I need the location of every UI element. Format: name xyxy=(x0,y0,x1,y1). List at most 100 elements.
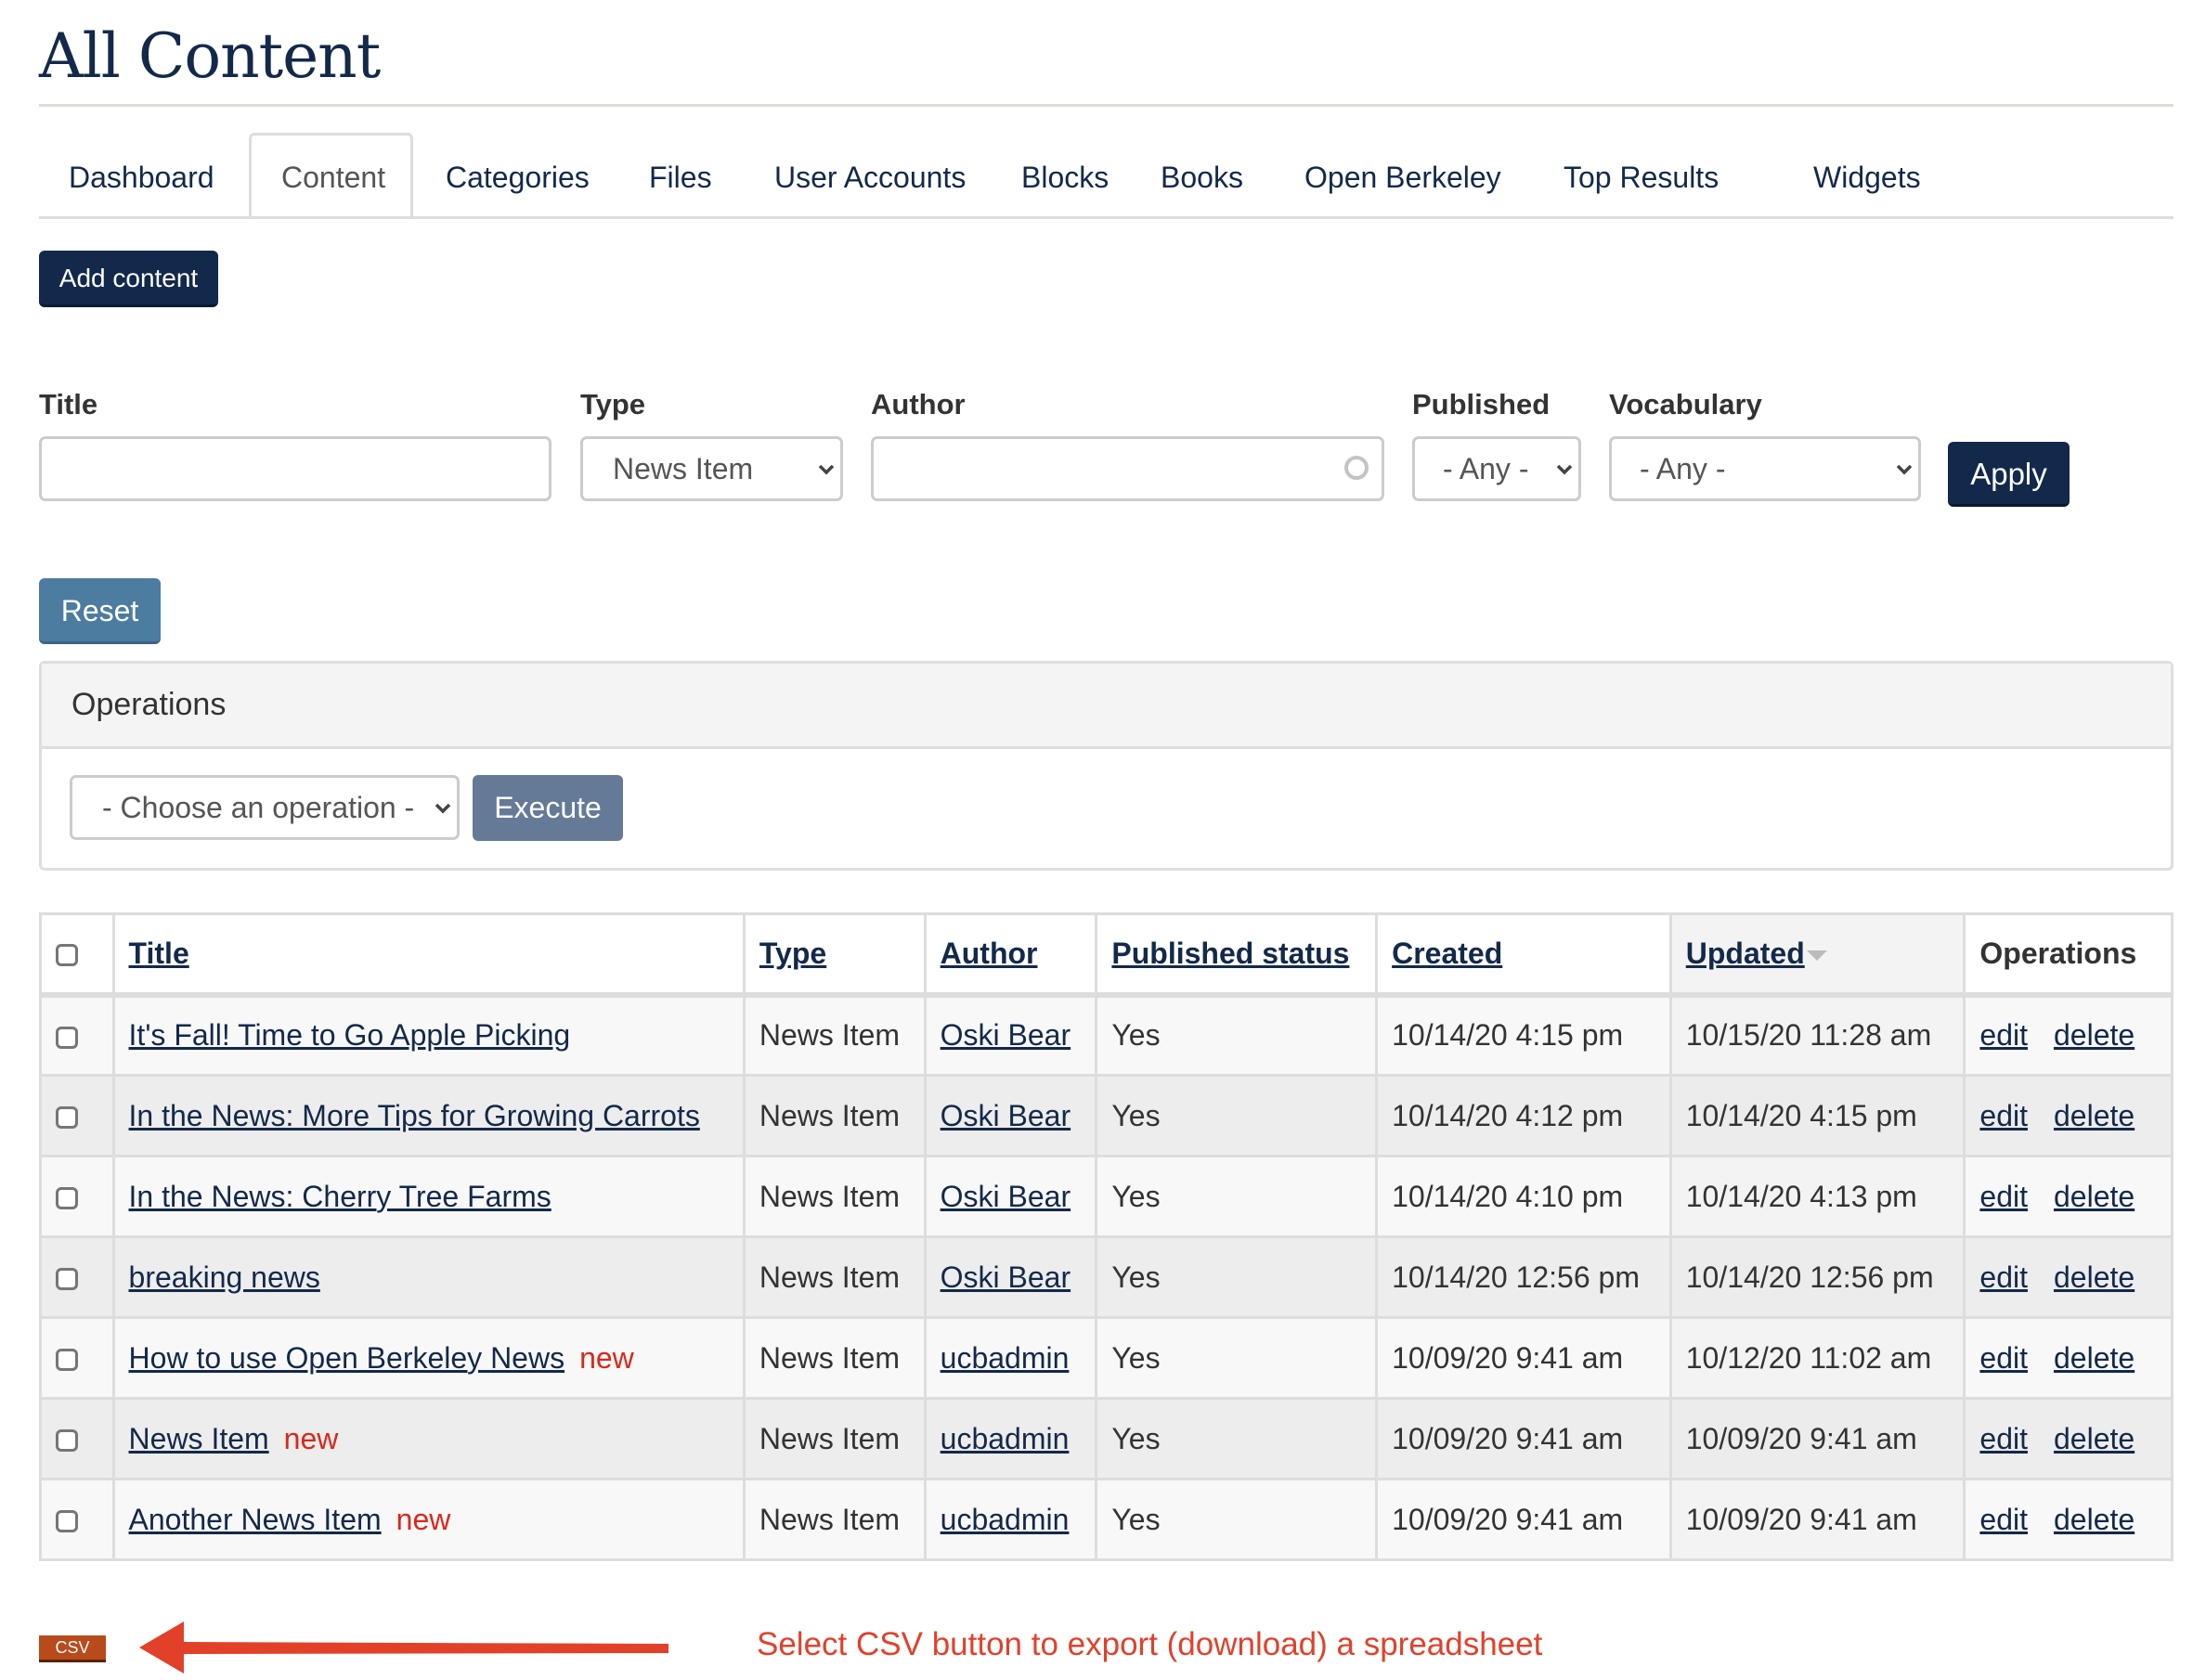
content-title-link[interactable]: In the News: More Tips for Growing Carro… xyxy=(129,1099,700,1132)
author-link[interactable]: ucbadmin xyxy=(941,1422,1070,1455)
content-title-link[interactable]: Another News Item xyxy=(129,1503,382,1536)
row-checkbox[interactable] xyxy=(56,1429,78,1453)
delete-link[interactable]: delete xyxy=(2054,1180,2135,1213)
published-filter-select[interactable]: - Any - xyxy=(1412,436,1581,501)
column-header-published-status[interactable]: Published status xyxy=(1111,937,1349,970)
edit-link[interactable]: edit xyxy=(1979,1260,2028,1294)
content-title-link[interactable]: News Item xyxy=(129,1422,269,1455)
author-cell: ucbadmin xyxy=(923,1397,1098,1480)
type-filter-label: Type xyxy=(580,388,646,420)
title-cell: Another News Item new xyxy=(111,1478,746,1561)
type-cell: News Item xyxy=(742,1074,927,1157)
tab-user-accounts[interactable]: User Accounts xyxy=(745,136,995,216)
updated-cell: 10/14/20 4:15 pm xyxy=(1668,1074,1966,1157)
content-title-link[interactable]: How to use Open Berkeley News xyxy=(129,1341,565,1375)
updated-cell: 10/14/20 12:56 pm xyxy=(1668,1235,1966,1319)
column-header-created[interactable]: Created xyxy=(1392,937,1502,970)
operations-panel-title: Operations xyxy=(71,687,227,722)
operations-panel-header: Operations xyxy=(42,664,2171,749)
select-all-checkbox[interactable] xyxy=(56,944,78,967)
chevron-down-icon xyxy=(433,791,451,814)
updated-cell: 10/15/20 11:28 am xyxy=(1668,993,1966,1077)
operations-cell: edit delete xyxy=(1963,1155,2174,1238)
content-title-link[interactable]: breaking news xyxy=(129,1260,320,1294)
execute-button[interactable]: Execute xyxy=(473,775,623,841)
row-select-cell xyxy=(39,1478,115,1561)
type-cell: News Item xyxy=(742,1316,927,1400)
delete-link[interactable]: delete xyxy=(2054,1341,2135,1375)
author-filter-input[interactable] xyxy=(871,436,1384,501)
operations-cell: edit delete xyxy=(1963,993,2174,1077)
content-title-link[interactable]: In the News: Cherry Tree Farms xyxy=(129,1180,552,1213)
primary-tabs: Dashboard Content Categories Files User … xyxy=(39,133,2174,219)
title-divider xyxy=(39,104,2174,107)
operation-select[interactable]: - Choose an operation - xyxy=(70,775,460,840)
delete-link[interactable]: delete xyxy=(2054,1260,2135,1294)
edit-link[interactable]: edit xyxy=(1979,1503,2028,1536)
tab-blocks[interactable]: Blocks xyxy=(992,136,1138,216)
add-content-button[interactable]: Add content xyxy=(39,251,218,307)
author-cell: Oski Bear xyxy=(923,1235,1098,1319)
tab-top-results[interactable]: Top Results xyxy=(1534,136,1748,216)
select-all-cell xyxy=(39,912,115,996)
column-header-author[interactable]: Author xyxy=(941,937,1038,970)
column-header-operations: Operations xyxy=(1979,936,2137,970)
tab-content[interactable]: Content xyxy=(249,133,413,216)
vocabulary-filter-label: Vocabulary xyxy=(1609,388,1762,420)
row-checkbox[interactable] xyxy=(56,1026,78,1049)
apply-button[interactable]: Apply xyxy=(1948,442,2070,507)
tab-books[interactable]: Books xyxy=(1131,136,1273,216)
reset-button[interactable]: Reset xyxy=(39,578,161,644)
row-checkbox[interactable] xyxy=(56,1510,78,1533)
author-link[interactable]: Oski Bear xyxy=(941,1099,1071,1132)
author-link[interactable]: Oski Bear xyxy=(941,1260,1071,1294)
autocomplete-throbber-icon xyxy=(1344,456,1369,480)
created-cell: 10/14/20 4:15 pm xyxy=(1375,993,1672,1077)
title-cell: It's Fall! Time to Go Apple Picking xyxy=(111,993,746,1077)
row-checkbox[interactable] xyxy=(56,1187,78,1210)
column-header-updated[interactable]: Updated xyxy=(1686,937,1805,970)
edit-link[interactable]: edit xyxy=(1979,1180,2028,1213)
updated-cell: 10/09/20 9:41 am xyxy=(1668,1397,1966,1480)
published-cell: Yes xyxy=(1095,1235,1379,1319)
published-cell: Yes xyxy=(1095,1155,1379,1238)
type-filter-select[interactable]: News Item xyxy=(580,436,843,501)
vocabulary-filter-select[interactable]: - Any - xyxy=(1609,436,1921,501)
content-title-link[interactable]: It's Fall! Time to Go Apple Picking xyxy=(129,1018,571,1052)
row-checkbox[interactable] xyxy=(56,1106,78,1130)
row-checkbox[interactable] xyxy=(56,1349,78,1372)
operations-cell: edit delete xyxy=(1963,1316,2174,1400)
author-link[interactable]: ucbadmin xyxy=(941,1341,1070,1375)
tab-open-berkeley[interactable]: Open Berkeley xyxy=(1275,136,1531,216)
author-link[interactable]: ucbadmin xyxy=(941,1503,1070,1536)
edit-link[interactable]: edit xyxy=(1979,1018,2028,1052)
tab-widgets[interactable]: Widgets xyxy=(1784,136,1951,216)
tab-dashboard[interactable]: Dashboard xyxy=(39,136,244,216)
published-cell: Yes xyxy=(1095,1316,1379,1400)
delete-link[interactable]: delete xyxy=(2054,1422,2135,1455)
title-cell: How to use Open Berkeley News new xyxy=(111,1316,746,1400)
tab-categories[interactable]: Categories xyxy=(416,136,619,216)
author-link[interactable]: Oski Bear xyxy=(941,1018,1071,1052)
delete-link[interactable]: delete xyxy=(2054,1503,2135,1536)
chevron-down-icon xyxy=(1894,452,1913,475)
edit-link[interactable]: edit xyxy=(1979,1341,2028,1375)
table-row: It's Fall! Time to Go Apple Picking News … xyxy=(39,993,2174,1077)
author-link[interactable]: Oski Bear xyxy=(941,1180,1071,1213)
type-cell: News Item xyxy=(742,993,927,1077)
author-cell: Oski Bear xyxy=(923,1074,1098,1157)
edit-link[interactable]: edit xyxy=(1979,1099,2028,1132)
delete-link[interactable]: delete xyxy=(2054,1018,2135,1052)
tab-files[interactable]: Files xyxy=(619,136,742,216)
edit-link[interactable]: edit xyxy=(1979,1422,2028,1455)
author-filter-label: Author xyxy=(871,388,966,420)
row-select-cell xyxy=(39,1316,115,1400)
author-cell: Oski Bear xyxy=(923,1155,1098,1238)
title-filter-input[interactable] xyxy=(39,436,552,501)
delete-link[interactable]: delete xyxy=(2054,1099,2135,1132)
row-select-cell xyxy=(39,993,115,1077)
row-checkbox[interactable] xyxy=(56,1268,78,1291)
column-header-title[interactable]: Title xyxy=(129,937,189,970)
column-header-type[interactable]: Type xyxy=(759,937,826,970)
csv-export-button[interactable]: CSV xyxy=(39,1635,106,1662)
